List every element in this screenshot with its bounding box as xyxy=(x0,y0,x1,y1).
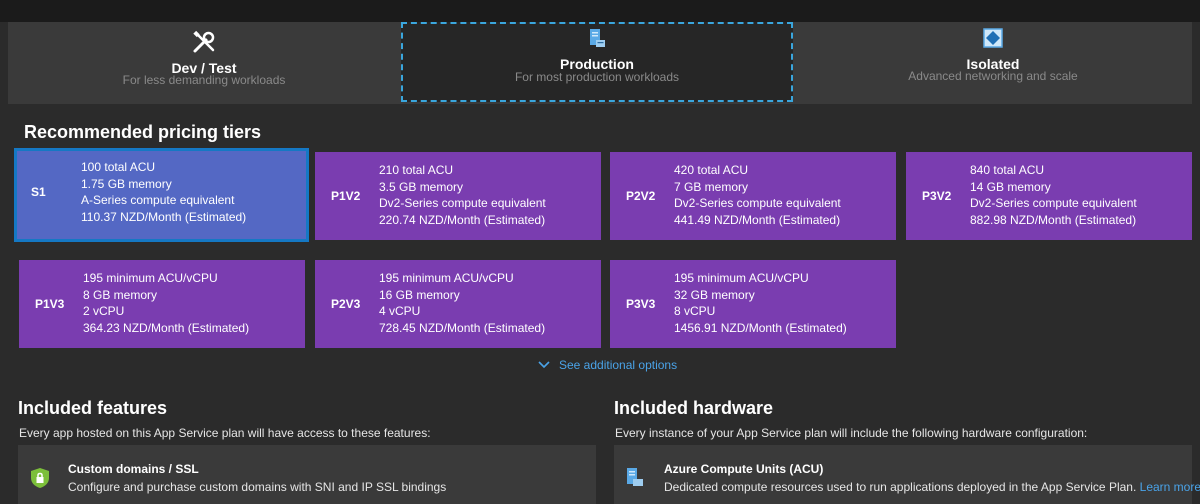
tier-memory: 1.75 GB memory xyxy=(81,176,172,191)
tier-vcpu: 2 vCPU xyxy=(83,304,125,319)
tab-subtitle: For less demanding workloads xyxy=(122,73,286,87)
tier-price: 110.37 NZD/Month (Estimated) xyxy=(81,209,247,224)
tier-details: 195 minimum ACU/vCPU 16 GB memory 4 vCPU… xyxy=(379,270,545,336)
tier-name: P3V2 xyxy=(922,189,952,203)
tier-compute: Dv2-Series compute equivalent xyxy=(674,196,841,211)
tier-price: 1456.91 NZD/Month (Estimated) xyxy=(674,320,847,335)
feature-item-custom-domains: Custom domains / SSL Configure and purch… xyxy=(18,445,596,504)
tier-card-p2v3[interactable]: P2V3 195 minimum ACU/vCPU 16 GB memory 4… xyxy=(315,260,601,348)
tier-name: P1V2 xyxy=(331,189,361,203)
tier-card-s1[interactable]: S1 100 total ACU 1.75 GB memory A-Series… xyxy=(14,148,309,242)
hardware-title: Included hardware xyxy=(614,398,774,418)
shield-lock-icon xyxy=(30,467,50,494)
hardware-description: Every instance of your App Service plan … xyxy=(615,426,1088,440)
tier-name: P1V3 xyxy=(35,297,65,311)
tier-price: 728.45 NZD/Month (Estimated) xyxy=(379,320,546,335)
tier-compute: A-Series compute equivalent xyxy=(81,193,235,208)
feature-text: Configure and purchase custom domains wi… xyxy=(68,480,447,494)
tab-subtitle: For most production workloads xyxy=(514,70,680,84)
features-description: Every app hosted on this App Service pla… xyxy=(19,426,431,440)
tier-compute: Dv2-Series compute equivalent xyxy=(379,196,546,211)
tier-card-p2v2[interactable]: P2V2 420 total ACU 7 GB memory Dv2-Serie… xyxy=(610,152,896,240)
tier-details: 100 total ACU 1.75 GB memory A-Series co… xyxy=(81,159,246,225)
compute-units-icon xyxy=(626,467,644,492)
server-icon xyxy=(588,28,606,53)
tier-price: 441.49 NZD/Month (Estimated) xyxy=(674,212,841,227)
features-title: Included features xyxy=(18,398,168,418)
tier-details: 210 total ACU 3.5 GB memory Dv2-Series c… xyxy=(379,162,546,228)
tier-memory: 8 GB memory xyxy=(83,287,158,302)
tier-acu: 195 minimum ACU/vCPU xyxy=(674,271,809,285)
tier-details: 840 total ACU 14 GB memory Dv2-Series co… xyxy=(970,162,1137,228)
hardware-item-text: Dedicated compute resources used to run … xyxy=(664,480,1200,494)
tier-price: 364.23 NZD/Month (Estimated) xyxy=(83,320,250,335)
tier-memory: 14 GB memory xyxy=(970,179,1051,194)
top-bar xyxy=(0,0,1200,22)
tier-vcpu: 8 vCPU xyxy=(674,304,716,319)
learn-more-link[interactable]: Learn more xyxy=(1140,480,1200,494)
tier-name: P2V3 xyxy=(331,297,361,311)
feature-title: Custom domains / SSL xyxy=(68,462,199,476)
tier-name: S1 xyxy=(31,185,46,199)
recommended-title: Recommended pricing tiers xyxy=(24,122,262,142)
isolated-icon xyxy=(983,28,1003,53)
tab-dev-test[interactable]: Dev / Test For less demanding workloads xyxy=(8,22,400,104)
hardware-item-description: Dedicated compute resources used to run … xyxy=(664,480,1137,494)
tier-name: P2V2 xyxy=(626,189,656,203)
tab-production[interactable]: Production For most production workloads xyxy=(401,22,793,102)
tier-name: P3V3 xyxy=(626,297,656,311)
tier-acu: 840 total ACU xyxy=(970,163,1045,177)
tier-details: 195 minimum ACU/vCPU 32 GB memory 8 vCPU… xyxy=(674,270,847,336)
tier-price: 220.74 NZD/Month (Estimated) xyxy=(379,212,546,227)
tier-acu: 420 total ACU xyxy=(674,163,749,177)
tier-card-p3v2[interactable]: P3V2 840 total ACU 14 GB memory Dv2-Seri… xyxy=(906,152,1192,240)
chevron-down-icon xyxy=(538,358,550,372)
tools-icon xyxy=(192,30,216,59)
tier-acu: 195 minimum ACU/vCPU xyxy=(379,271,514,285)
hardware-item-title: Azure Compute Units (ACU) xyxy=(664,462,824,476)
workload-tabs: Dev / Test For less demanding workloads … xyxy=(8,22,1192,104)
see-additional-options-link[interactable]: See additional options xyxy=(538,358,677,372)
hardware-item-acu: Azure Compute Units (ACU) Dedicated comp… xyxy=(614,445,1200,504)
tier-acu: 100 total ACU xyxy=(81,160,156,174)
tier-memory: 16 GB memory xyxy=(379,287,460,302)
tier-acu: 195 minimum ACU/vCPU xyxy=(83,271,218,285)
tier-details: 195 minimum ACU/vCPU 8 GB memory 2 vCPU … xyxy=(83,270,249,336)
tier-card-p1v2[interactable]: P1V2 210 total ACU 3.5 GB memory Dv2-Ser… xyxy=(315,152,601,240)
tier-compute: Dv2-Series compute equivalent xyxy=(970,196,1137,211)
tier-vcpu: 4 vCPU xyxy=(379,304,421,319)
tab-isolated[interactable]: Isolated Advanced networking and scale xyxy=(794,22,1192,104)
tab-subtitle: Advanced networking and scale xyxy=(908,69,1078,83)
tier-memory: 32 GB memory xyxy=(674,287,755,302)
see-more-label: See additional options xyxy=(559,358,678,372)
tier-card-p1v3[interactable]: P1V3 195 minimum ACU/vCPU 8 GB memory 2 … xyxy=(19,260,305,348)
tier-memory: 3.5 GB memory xyxy=(379,179,464,194)
tier-price: 882.98 NZD/Month (Estimated) xyxy=(970,212,1137,227)
tier-acu: 210 total ACU xyxy=(379,163,454,177)
tier-memory: 7 GB memory xyxy=(674,179,749,194)
tier-details: 420 total ACU 7 GB memory Dv2-Series com… xyxy=(674,162,841,228)
tier-card-p3v3[interactable]: P3V3 195 minimum ACU/vCPU 32 GB memory 8… xyxy=(610,260,896,348)
